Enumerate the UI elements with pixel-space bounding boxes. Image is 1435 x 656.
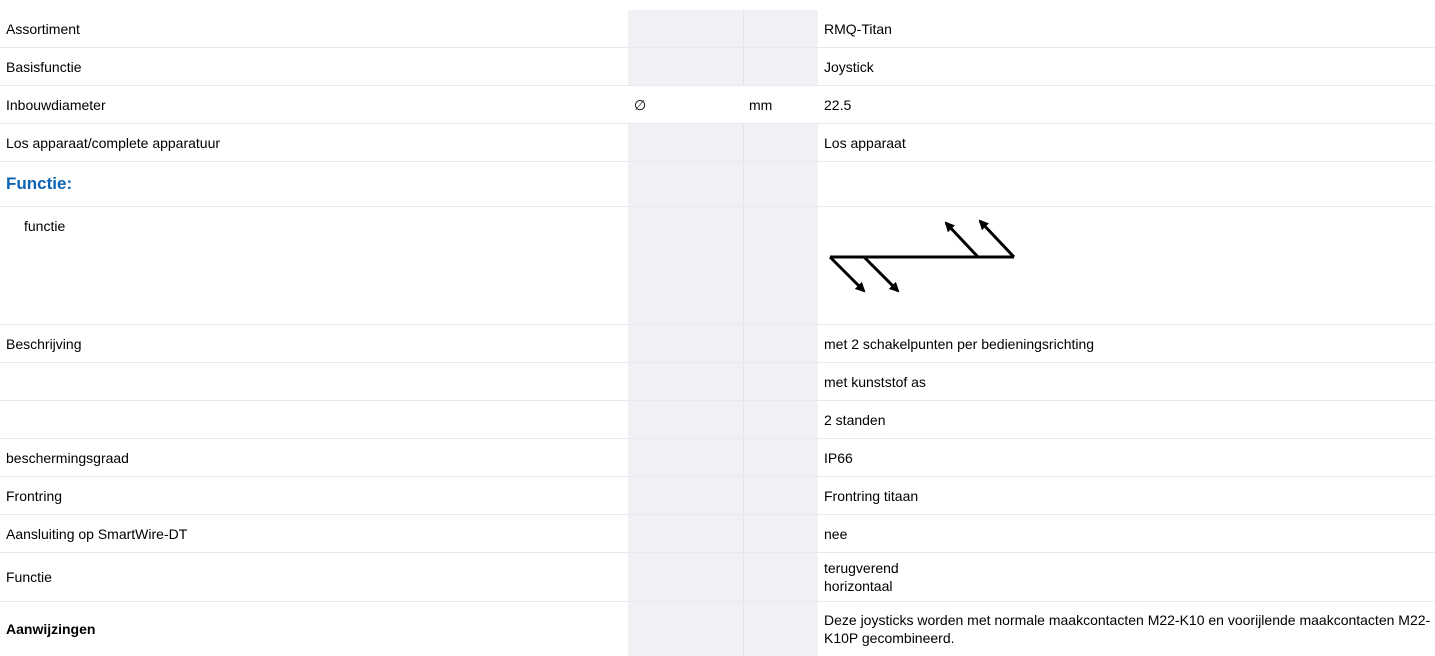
row-value: IP66 [818, 438, 1435, 477]
row-value: met 2 schakelpunten per bedieningsrichti… [818, 324, 1435, 363]
empty-cell [742, 206, 818, 325]
table-row: met kunststof as [0, 362, 1435, 401]
empty-cell [742, 161, 818, 207]
spec-table: Assortiment RMQ-Titan Basisfunctie Joyst… [0, 10, 1435, 656]
section-title: Functie: [6, 174, 73, 193]
empty-cell [628, 206, 743, 325]
empty-cell [742, 362, 818, 401]
row-value: Los apparaat [818, 123, 1435, 162]
row-label: Frontring [0, 476, 628, 515]
empty-cell [742, 438, 818, 477]
row-value: Deze joysticks worden met normale maakco… [824, 612, 1431, 646]
row-symbol [628, 123, 743, 162]
table-row: Aanwijzingen Deze joysticks worden met n… [0, 601, 1435, 656]
table-row: Basisfunctie Joystick [0, 47, 1435, 86]
empty-cell [628, 400, 743, 439]
row-value: Joystick [818, 47, 1435, 86]
empty-cell [628, 552, 743, 602]
row-unit: mm [743, 85, 818, 124]
row-symbol [628, 47, 743, 86]
empty-cell [742, 601, 818, 656]
empty-cell [742, 324, 818, 363]
row-label: Aansluiting op SmartWire-DT [0, 514, 628, 553]
spec-sheet: Assortiment RMQ-Titan Basisfunctie Joyst… [0, 10, 1435, 656]
empty-cell [628, 514, 743, 553]
row-label: Basisfunctie [0, 47, 628, 86]
empty-cell [818, 161, 1435, 207]
table-row: functie [0, 206, 1435, 325]
row-label [0, 400, 628, 439]
table-row: Assortiment RMQ-Titan [0, 10, 1435, 48]
empty-cell [742, 476, 818, 515]
table-row: Aansluiting op SmartWire-DT nee [0, 514, 1435, 553]
table-row: beschermingsgraad IP66 [0, 438, 1435, 477]
table-row: Frontring Frontring titaan [0, 476, 1435, 515]
row-label: Beschrijving [0, 324, 628, 363]
row-unit [742, 47, 818, 86]
table-row: Functie terugverend horizontaal [0, 552, 1435, 602]
row-label: beschermingsgraad [0, 438, 628, 477]
row-label: Los apparaat/complete apparatuur [0, 123, 628, 162]
row-value: 22.5 [818, 85, 1435, 124]
empty-cell [628, 324, 743, 363]
row-label: Assortiment [0, 10, 628, 48]
table-row: Inbouwdiameter ∅ mm 22.5 [0, 85, 1435, 124]
section-title-cell: Functie: [0, 161, 628, 207]
joystick-function-symbol-icon [828, 219, 1016, 293]
row-unit [742, 123, 818, 162]
empty-cell [628, 601, 743, 656]
empty-cell [742, 400, 818, 439]
row-label: Aanwijzingen [6, 621, 96, 637]
value-line: terugverend [824, 560, 899, 576]
row-symbol: ∅ [628, 85, 743, 124]
empty-cell [628, 161, 743, 207]
row-value: terugverend horizontaal [818, 552, 1435, 602]
row-value: met kunststof as [818, 362, 1435, 401]
row-symbol [628, 10, 743, 48]
empty-cell [628, 438, 743, 477]
row-value: 2 standen [818, 400, 1435, 439]
empty-cell [628, 476, 743, 515]
empty-cell [742, 514, 818, 553]
row-label [0, 362, 628, 401]
table-row: Beschrijving met 2 schakelpunten per bed… [0, 324, 1435, 363]
section-row: Functie: [0, 161, 1435, 207]
row-label: Functie [0, 552, 628, 602]
row-unit [742, 10, 818, 48]
row-label: Inbouwdiameter [0, 85, 628, 124]
empty-cell [742, 552, 818, 602]
row-value: RMQ-Titan [818, 10, 1435, 48]
table-row: 2 standen [0, 400, 1435, 439]
table-row: Los apparaat/complete apparatuur Los app… [0, 123, 1435, 162]
row-value: nee [818, 514, 1435, 553]
empty-cell [628, 362, 743, 401]
function-figure-cell [818, 206, 1435, 325]
row-label: functie [0, 206, 628, 325]
value-line: horizontaal [824, 578, 893, 594]
row-value: Frontring titaan [818, 476, 1435, 515]
